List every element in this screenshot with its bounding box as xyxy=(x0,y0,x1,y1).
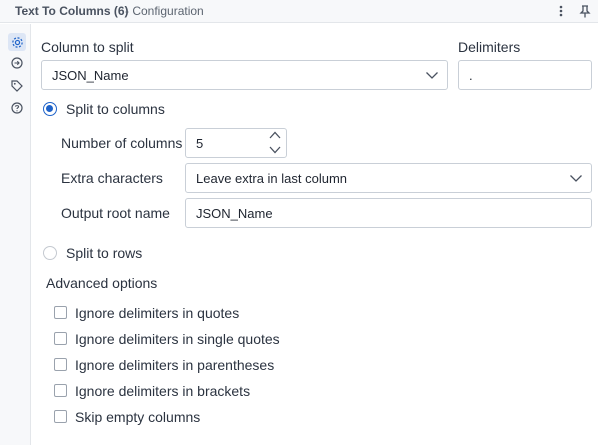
column-to-split-dropdown[interactable]: JSON_Name xyxy=(41,60,448,90)
split-to-columns-radio[interactable] xyxy=(43,102,57,116)
side-rail xyxy=(0,24,31,445)
ignore-brackets-checkbox[interactable] xyxy=(54,384,67,397)
chevron-up-icon[interactable] xyxy=(267,128,283,142)
pin-icon[interactable] xyxy=(576,2,594,20)
help-icon[interactable] xyxy=(9,100,25,116)
panel-header: Text To Columns (6) - Configuration xyxy=(0,0,598,23)
number-of-columns-label: Number of columns xyxy=(61,135,183,151)
ignore-single-quotes-label: Ignore delimiters in single quotes xyxy=(75,331,280,347)
advanced-options-title: Advanced options xyxy=(46,275,158,291)
number-stepper xyxy=(265,128,285,158)
ignore-brackets-label: Ignore delimiters in brackets xyxy=(75,383,251,399)
split-to-rows-label: Split to rows xyxy=(66,245,143,261)
ignore-quotes-checkbox[interactable] xyxy=(54,306,67,319)
output-root-name-value: JSON_Name xyxy=(196,206,273,221)
number-of-columns-value: 5 xyxy=(196,136,204,151)
chevron-down-icon xyxy=(426,72,438,79)
split-to-rows-radio[interactable] xyxy=(43,246,57,260)
ignore-parentheses-checkbox[interactable] xyxy=(54,358,67,371)
split-to-columns-label: Split to columns xyxy=(66,101,165,117)
chevron-down-icon[interactable] xyxy=(267,143,283,157)
tag-icon[interactable] xyxy=(9,78,25,94)
ignore-single-quotes-checkbox[interactable] xyxy=(54,332,67,345)
skip-empty-columns-label: Skip empty columns xyxy=(75,409,201,425)
ignore-parentheses-label: Ignore delimiters in parentheses xyxy=(75,357,275,373)
tool-subtitle: - Configuration xyxy=(125,4,204,18)
chevron-down-icon xyxy=(570,175,582,182)
column-to-split-label: Column to split xyxy=(41,39,134,55)
extra-characters-value: Leave extra in last column xyxy=(196,171,348,186)
gear-icon[interactable] xyxy=(8,33,26,51)
skip-empty-columns-checkbox[interactable] xyxy=(54,410,67,423)
ignore-quotes-label: Ignore delimiters in quotes xyxy=(75,305,240,321)
delimiters-label: Delimiters xyxy=(458,39,521,55)
output-root-name-label: Output root name xyxy=(61,205,170,221)
delimiters-value: . xyxy=(469,68,473,83)
extra-characters-dropdown[interactable]: Leave extra in last column xyxy=(185,163,592,193)
column-to-split-value: JSON_Name xyxy=(52,68,129,83)
output-root-name-input[interactable]: JSON_Name xyxy=(185,198,592,228)
kebab-menu-icon[interactable] xyxy=(552,2,570,20)
extra-characters-label: Extra characters xyxy=(61,170,163,186)
connection-icon[interactable] xyxy=(9,55,25,71)
delimiters-input[interactable]: . xyxy=(458,60,592,90)
tool-title: Text To Columns (6) xyxy=(15,4,129,18)
